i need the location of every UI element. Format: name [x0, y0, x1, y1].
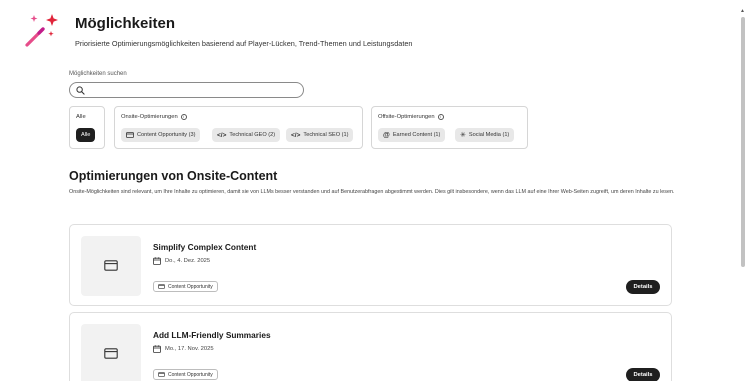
page-title: Möglichkeiten — [75, 15, 176, 32]
card-icon — [158, 284, 165, 289]
filter-chip-social-media[interactable]: ✳ Social Media (1) — [455, 128, 515, 142]
filter-group-offsite: Offsite-Optimierungen i @ Earned Content… — [371, 106, 528, 149]
scrollbar-thumb[interactable] — [741, 17, 745, 267]
calendar-icon — [153, 257, 161, 265]
card-tag: Content Opportunity — [153, 281, 218, 292]
magic-wand-icon — [25, 14, 58, 47]
filter-group-all: Alle Alle — [69, 106, 105, 149]
code-icon: </> — [217, 131, 227, 139]
card-icon — [158, 372, 165, 377]
filter-chip-technical-geo[interactable]: </> Technical GEO (2) — [212, 128, 281, 142]
calendar-icon — [153, 345, 161, 353]
search-input[interactable] — [89, 84, 299, 96]
filter-chip-all[interactable]: Alle — [76, 128, 96, 142]
scroll-up-arrow-icon[interactable]: ▲ — [740, 8, 745, 14]
filter-group-onsite: Onsite-Optimierungen i Content Opportuni… — [114, 106, 363, 149]
section-description: Onsite-Möglichkeiten sind relevant, um I… — [69, 189, 675, 195]
search-icon — [76, 85, 85, 95]
page-subtitle: Priorisierte Optimierungsmöglichkeiten b… — [75, 39, 413, 48]
card-date-text: Do., 4. Dez. 2025 — [165, 258, 211, 264]
filter-group-onsite-title: Onsite-Optimierungen — [121, 114, 178, 120]
opportunity-card[interactable]: Add LLM-Friendly Summaries Mo., 17. Nov.… — [69, 312, 672, 381]
sparkle-icon: ✳ — [460, 132, 466, 139]
details-button[interactable]: Details — [626, 280, 660, 294]
filter-group-onsite-label: Onsite-Optimierungen i — [121, 114, 187, 120]
filter-chip-label: Content Opportunity (3) — [137, 132, 196, 138]
filter-group-offsite-label: Offsite-Optimierungen i — [378, 114, 444, 120]
card-title: Simplify Complex Content — [153, 242, 257, 252]
info-icon[interactable]: i — [180, 114, 187, 120]
card-tag: Content Opportunity — [153, 369, 218, 380]
info-icon[interactable]: i — [437, 114, 444, 120]
filter-chip-technical-seo[interactable]: </> Technical SEO (1) — [286, 128, 354, 142]
search-box[interactable] — [69, 82, 304, 98]
opportunity-card[interactable]: Simplify Complex Content Do., 4. Dez. 20… — [69, 224, 672, 306]
card-tag-label: Content Opportunity — [168, 371, 213, 378]
card-thumbnail — [81, 324, 141, 381]
card-thumbnail — [81, 236, 141, 296]
card-icon — [104, 348, 118, 359]
search-label: Möglichkeiten suchen — [69, 71, 127, 77]
card-icon — [104, 260, 118, 271]
card-date: Do., 4. Dez. 2025 — [153, 257, 210, 265]
filter-group-offsite-title: Offsite-Optimierungen — [378, 114, 435, 120]
filter-chip-label: Technical GEO (2) — [229, 132, 276, 138]
filter-chip-earned-content[interactable]: @ Earned Content (1) — [378, 128, 446, 142]
filter-chip-label: Social Media (1) — [468, 132, 510, 138]
code-icon: </> — [291, 131, 301, 139]
filter-chip-content-opportunity[interactable]: Content Opportunity (3) — [121, 128, 201, 142]
card-title: Add LLM-Friendly Summaries — [153, 330, 271, 340]
filter-chip-label: Earned Content (1) — [392, 132, 441, 138]
card-date-text: Mo., 17. Nov. 2025 — [165, 346, 214, 352]
filter-group-all-label: Alle — [76, 114, 86, 120]
page-header: Möglichkeiten Priorisierte Optimierungsm… — [22, 12, 722, 52]
card-date: Mo., 17. Nov. 2025 — [153, 345, 214, 353]
details-button[interactable]: Details — [626, 368, 660, 381]
card-icon — [126, 132, 134, 138]
card-tag-label: Content Opportunity — [168, 283, 213, 290]
at-icon: @ — [383, 131, 390, 139]
section-title: Optimierungen von Onsite-Content — [69, 169, 278, 183]
scrollbar[interactable]: ▲ — [740, 8, 746, 381]
filter-chip-label: Technical SEO (1) — [303, 132, 349, 138]
